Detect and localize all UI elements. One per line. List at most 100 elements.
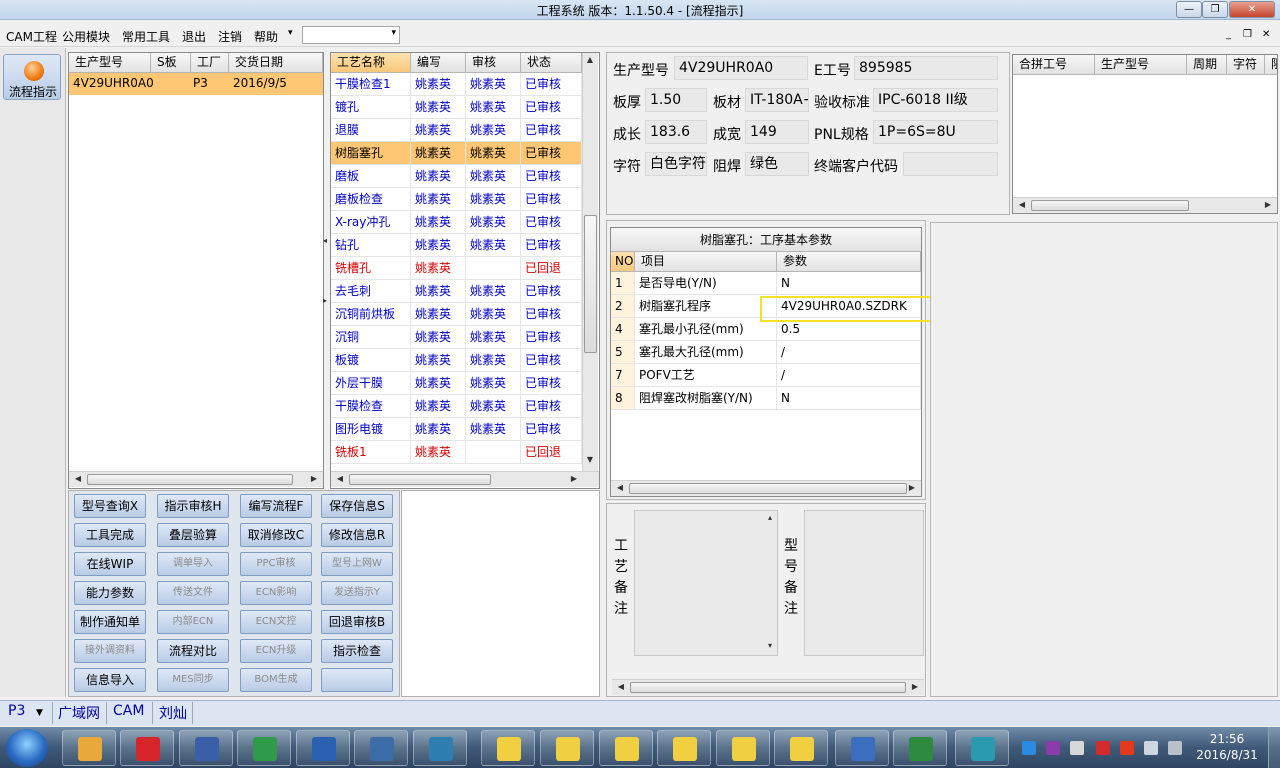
col-header-merge-model[interactable]: 生产型号 [1095, 55, 1187, 75]
command-button[interactable] [321, 668, 393, 692]
toolbar-combo[interactable]: ▾ [302, 26, 400, 44]
process-note-textarea[interactable]: ▴ ▾ [634, 510, 778, 656]
process-row[interactable]: 铣槽孔 姚素英 已回退 [331, 257, 582, 280]
taskbar-app-button[interactable] [120, 730, 174, 766]
start-button-icon[interactable] [6, 729, 48, 767]
command-button[interactable]: BOM生成 [240, 668, 312, 692]
taskbar-app-button[interactable] [893, 730, 947, 766]
command-button[interactable]: 保存信息S [321, 494, 393, 518]
scroll-left-icon[interactable]: ◀ [333, 474, 347, 483]
e-number-field[interactable]: 895985 [854, 56, 998, 80]
scroll-up-icon[interactable]: ▴ [763, 513, 777, 522]
param-row[interactable]: 5 塞孔最大孔径(mm) / [611, 341, 921, 364]
col-header-process[interactable]: 工艺名称 [331, 53, 411, 73]
order-list-hscroll[interactable]: ◀ ▶ [69, 471, 323, 487]
process-row[interactable]: 板镀 姚素英 姚素英 已审核 [331, 349, 582, 372]
command-button[interactable]: 指示检查 [321, 639, 393, 663]
mdi-close-button[interactable]: ✕ [1262, 29, 1270, 40]
param-row[interactable]: 7 POFV工艺 / [611, 364, 921, 387]
process-row[interactable]: 外层干膜 姚素英 姚素英 已审核 [331, 372, 582, 395]
menu-exit[interactable]: 退出 [182, 28, 206, 45]
scroll-left-icon[interactable]: ◀ [614, 682, 628, 691]
command-button[interactable]: 能力参数 [74, 581, 146, 605]
taskbar-app-button[interactable] [354, 730, 408, 766]
command-button[interactable]: 接外调资料 [74, 639, 146, 663]
command-button[interactable]: 制作通知单 [74, 610, 146, 634]
minimize-button[interactable]: — [1176, 1, 1202, 18]
param-cell-value[interactable]: N [777, 387, 921, 410]
param-row[interactable]: 1 是否导电(Y/N) N [611, 272, 921, 295]
scroll-left-icon[interactable]: ◀ [613, 483, 627, 492]
maximize-button[interactable]: ❐ [1202, 1, 1228, 18]
tray-app-icon[interactable] [1022, 741, 1036, 755]
command-button[interactable]: 型号查询X [74, 494, 146, 518]
taskbar-app-button[interactable] [716, 730, 770, 766]
col-header-factory[interactable]: 工厂 [191, 53, 229, 73]
scroll-left-icon[interactable]: ◀ [71, 474, 85, 483]
process-row[interactable]: X-ray冲孔 姚素英 姚素英 已审核 [331, 211, 582, 234]
scroll-thumb[interactable] [584, 215, 597, 353]
process-row[interactable]: 磨板 姚素英 姚素英 已审核 [331, 165, 582, 188]
volume-icon[interactable] [1144, 741, 1158, 755]
col-header-delivery[interactable]: 交货日期 [229, 53, 323, 73]
col-header-status[interactable]: 状态 [521, 53, 582, 73]
process-row[interactable]: 沉铜 姚素英 姚素英 已审核 [331, 326, 582, 349]
order-row[interactable]: 4V29UHR0A0 P3 2016/9/5 [69, 73, 323, 95]
customer-code-field[interactable] [903, 152, 998, 176]
command-button[interactable]: MES同步 [157, 668, 229, 692]
col-header-s[interactable]: S板 [151, 53, 191, 73]
command-button[interactable]: 指示审核H [157, 494, 229, 518]
model-field[interactable]: 4V29UHR0A0 [674, 56, 808, 80]
col-header-value[interactable]: 参数 [777, 252, 921, 272]
process-row[interactable]: 沉铜前烘板 姚素英 姚素英 已审核 [331, 303, 582, 326]
width-field[interactable]: 149 [745, 120, 809, 144]
menu-common-modules[interactable]: 公用模块 [62, 28, 110, 45]
material-field[interactable]: IT-180A+ [745, 88, 809, 112]
col-header-item[interactable]: 项目 [635, 252, 777, 272]
taskbar-app-button[interactable] [179, 730, 233, 766]
command-button[interactable]: 流程对比 [157, 639, 229, 663]
show-desktop-button[interactable] [1268, 727, 1280, 768]
process-row[interactable]: 铣板1 姚素英 已回退 [331, 441, 582, 464]
scroll-right-icon[interactable]: ▶ [307, 474, 321, 483]
command-button[interactable]: ECN影响 [240, 581, 312, 605]
param-row[interactable]: 8 阻焊塞改树脂塞(Y/N) N [611, 387, 921, 410]
command-button[interactable]: 型号上网W [321, 552, 393, 576]
command-button[interactable]: ECN文控 [240, 610, 312, 634]
notes-hscroll[interactable]: ◀ ▶ [612, 679, 924, 695]
scroll-thumb[interactable] [1031, 200, 1189, 211]
taskbar-app-button[interactable] [835, 730, 889, 766]
taskbar-app-button[interactable] [481, 730, 535, 766]
scroll-right-icon[interactable]: ▶ [905, 483, 919, 492]
col-header-merge-number[interactable]: 合拼工号 [1013, 55, 1095, 75]
scroll-right-icon[interactable]: ▶ [908, 682, 922, 691]
menu-help[interactable]: 帮助 [254, 28, 278, 45]
process-row[interactable]: 退膜 姚素英 姚素英 已审核 [331, 119, 582, 142]
factory-dropdown-icon[interactable]: ▼ [36, 708, 43, 718]
col-header-reviewer[interactable]: 审核 [466, 53, 521, 73]
command-button[interactable]: 内部ECN [157, 610, 229, 634]
process-row[interactable]: 干膜检查 姚素英 姚素英 已审核 [331, 395, 582, 418]
scroll-right-icon[interactable]: ▶ [567, 474, 581, 483]
command-button[interactable]: 传送文件 [157, 581, 229, 605]
taskbar-app-button[interactable] [296, 730, 350, 766]
command-button[interactable]: 叠层验算 [157, 523, 229, 547]
mdi-minimize-button[interactable]: _ [1226, 29, 1231, 40]
command-button[interactable]: 回退审核B [321, 610, 393, 634]
process-row[interactable]: 干膜检查1 姚素英 姚素英 已审核 [331, 73, 582, 96]
command-button[interactable]: 在线WIP [74, 552, 146, 576]
scroll-down-icon[interactable]: ▼ [583, 455, 597, 464]
scroll-thumb[interactable] [629, 483, 907, 494]
col-header-period[interactable]: 周期 [1187, 55, 1227, 75]
taskbar-app-button[interactable] [955, 730, 1009, 766]
taskbar-app-button[interactable] [237, 730, 291, 766]
param-cell-value[interactable]: N [777, 272, 921, 295]
model-note-textarea[interactable] [804, 510, 924, 656]
process-row[interactable]: 图形电镀 姚素英 姚素英 已审核 [331, 418, 582, 441]
process-row[interactable]: 钻孔 姚素英 姚素英 已审核 [331, 234, 582, 257]
taskbar-app-button[interactable] [774, 730, 828, 766]
scroll-up-icon[interactable]: ▲ [583, 55, 597, 64]
taskbar-app-button[interactable] [62, 730, 116, 766]
command-button[interactable]: 取消修改C [240, 523, 312, 547]
scroll-thumb[interactable] [630, 682, 906, 693]
